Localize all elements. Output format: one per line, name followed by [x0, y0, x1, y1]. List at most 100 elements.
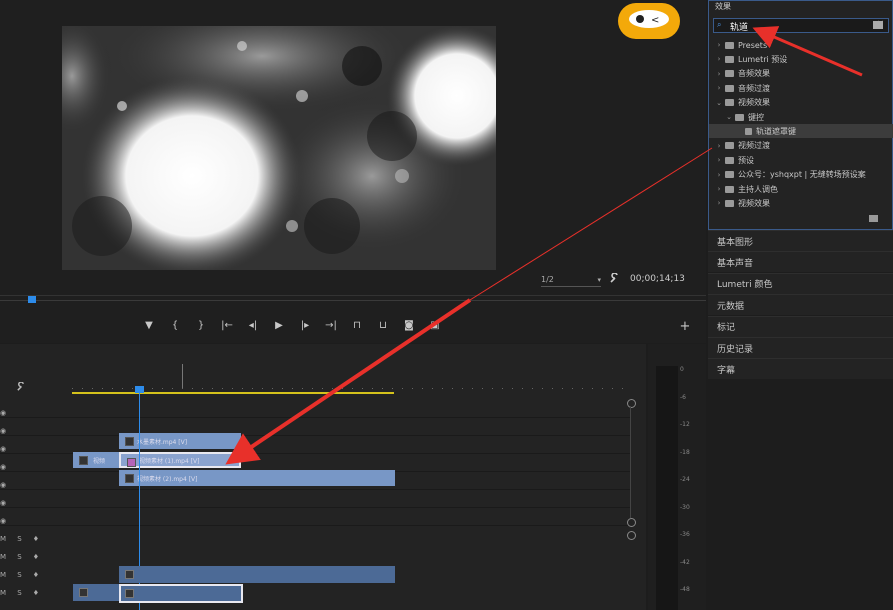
solo-button[interactable]: S: [17, 553, 21, 561]
scroll-handle[interactable]: [627, 531, 636, 540]
effects-tree-item[interactable]: 轨道遮罩键: [709, 124, 893, 139]
scroll-handle[interactable]: [627, 518, 636, 527]
effects-tree-item-label: 主持人调色: [738, 184, 778, 194]
chevron-down-icon[interactable]: ⌄: [723, 113, 735, 121]
chevron-right-icon[interactable]: ›: [713, 185, 725, 193]
clip-video-2[interactable]: 视频素材 (2).mp4 [V]: [119, 470, 395, 486]
effects-tree-item-label: 视频效果: [738, 98, 770, 108]
chevron-right-icon[interactable]: ›: [713, 199, 725, 207]
effects-tree-item[interactable]: ⌄ 键控: [709, 110, 764, 124]
audio-clip-head[interactable]: [73, 584, 119, 601]
eye-icon[interactable]: ◉: [0, 494, 8, 512]
eye-icon[interactable]: ◉: [0, 458, 8, 476]
mute-button[interactable]: M: [0, 589, 6, 597]
eye-icon[interactable]: ◉: [0, 404, 8, 422]
solo-button[interactable]: S: [17, 571, 21, 579]
effects-tree-item[interactable]: › 预设: [709, 153, 754, 167]
panel-tab[interactable]: 基本声音: [708, 251, 893, 273]
folder-icon[interactable]: [869, 215, 878, 222]
mark-out-icon[interactable]: }: [192, 318, 210, 332]
audio-clip-1[interactable]: [119, 566, 395, 583]
effects-tree-item[interactable]: › Presets: [709, 38, 768, 52]
comparison-view-icon[interactable]: ▣: [426, 318, 444, 332]
chevron-right-icon[interactable]: ›: [713, 171, 725, 179]
chevron-right-icon[interactable]: ›: [713, 84, 725, 92]
effects-tree-item[interactable]: › 公众号：yshqxpt | 无缝转场预设案: [709, 168, 866, 182]
monitor-playhead[interactable]: [28, 296, 36, 303]
effects-tree-item[interactable]: › 音频过渡: [709, 81, 770, 95]
eye-icon[interactable]: ◉: [0, 422, 8, 440]
add-button-icon[interactable]: +: [676, 319, 694, 334]
mute-button[interactable]: M: [0, 571, 6, 579]
wrench-icon[interactable]: [609, 272, 621, 285]
transport-controls: ▼ { } |← ◂| ▶ |▸ →| ⊓ ⊔ ◙ ▣: [140, 318, 444, 332]
microphone-icon[interactable]: ♦: [33, 553, 39, 561]
mute-button[interactable]: M: [0, 553, 6, 561]
timeline-settings-wrench-icon[interactable]: [16, 381, 28, 394]
effects-search-input[interactable]: ⌕ 轨道 ×: [713, 18, 889, 33]
mute-button[interactable]: M: [0, 535, 6, 543]
effects-tree-item[interactable]: › 音频效果: [709, 67, 770, 81]
step-back-icon[interactable]: ◂|: [244, 318, 262, 332]
effects-tree-item-label: 视频效果: [738, 198, 770, 208]
clip-video-head[interactable]: 视频: [73, 452, 119, 468]
solo-button[interactable]: S: [17, 589, 21, 597]
panel-tab[interactable]: 基本图形: [708, 230, 893, 251]
eye-icon[interactable]: ◉: [0, 440, 8, 458]
clip-video-1[interactable]: 视频素材 (1).mp4 [V]: [119, 452, 241, 468]
clip-ink-footage[interactable]: 水墨素材.mp4 [V]: [119, 433, 241, 449]
zoom-select[interactable]: 1/2 ▾: [541, 273, 601, 287]
panel-tab[interactable]: 标记: [708, 315, 893, 337]
eye-icon[interactable]: ◉: [0, 476, 8, 494]
chevron-right-icon[interactable]: ›: [713, 70, 725, 78]
microphone-icon[interactable]: ♦: [33, 589, 39, 597]
audio-clip-selected[interactable]: [119, 584, 243, 603]
chevron-right-icon[interactable]: ›: [713, 142, 725, 150]
effects-tree: › Presets › Lumetri 预设 › 音频效果 › 音频过渡 ⌄ 视频效果 ⌄ 键控 轨道遮…: [709, 38, 893, 208]
folder-icon: [725, 171, 734, 179]
chevron-down-icon[interactable]: ⌄: [713, 99, 725, 107]
track-blank: [0, 507, 630, 526]
extract-icon[interactable]: ⊔: [374, 318, 392, 332]
effects-tree-item[interactable]: ⌄ 视频效果: [709, 96, 770, 110]
monitor-scrubber[interactable]: [0, 295, 706, 306]
track-v6: [0, 399, 630, 418]
panel-tab[interactable]: 字幕: [708, 358, 893, 380]
scrollbar-track[interactable]: [630, 406, 631, 518]
solo-button[interactable]: S: [17, 535, 21, 543]
effects-tree-item[interactable]: › 主持人调色: [709, 182, 778, 196]
add-marker-icon[interactable]: ▼: [140, 318, 158, 332]
lift-icon[interactable]: ⊓: [348, 318, 366, 332]
video-preview[interactable]: [62, 26, 496, 270]
scroll-handle[interactable]: [627, 399, 636, 408]
panel-tab[interactable]: 历史记录: [708, 337, 893, 358]
effects-tree-item[interactable]: › 视频效果: [709, 196, 770, 210]
timecode[interactable]: 00;00;14;13: [630, 274, 685, 284]
work-area-bar[interactable]: [72, 392, 394, 394]
search-value: 轨道: [730, 23, 749, 33]
panel-tab[interactable]: Lumetri 颜色: [708, 272, 893, 294]
new-bin-icon[interactable]: [873, 21, 883, 29]
eye-icon[interactable]: ◉: [0, 512, 8, 530]
microphone-icon[interactable]: ♦: [33, 571, 39, 579]
mark-in-icon[interactable]: {: [166, 318, 184, 332]
clip-label: 视频素材 (1).mp4 [V]: [139, 457, 200, 465]
chevron-right-icon[interactable]: ›: [713, 41, 725, 49]
playhead-handle[interactable]: [135, 386, 144, 393]
panel-tab[interactable]: 元数据: [708, 294, 893, 316]
meter-scale-label: 0: [680, 366, 684, 373]
meter-scale-label: -24: [680, 476, 690, 483]
export-frame-icon[interactable]: ◙: [400, 318, 418, 332]
microphone-icon[interactable]: ♦: [33, 535, 39, 543]
chevron-right-icon[interactable]: ›: [713, 156, 725, 164]
chevron-right-icon[interactable]: ›: [713, 55, 725, 63]
clip-icon: [125, 474, 134, 483]
step-forward-icon[interactable]: |▸: [296, 318, 314, 332]
effects-tree-item[interactable]: › Lumetri 预设: [709, 52, 788, 66]
time-ruler[interactable]: [72, 364, 630, 394]
go-to-out-icon[interactable]: →|: [322, 318, 340, 332]
play-icon[interactable]: ▶: [270, 318, 288, 332]
go-to-in-icon[interactable]: |←: [218, 318, 236, 332]
folder-icon: [725, 41, 734, 49]
effects-tree-item[interactable]: › 视频过渡: [709, 139, 770, 153]
